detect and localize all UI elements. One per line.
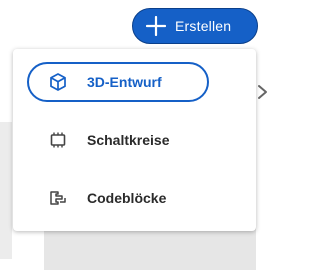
plus-icon (146, 16, 166, 36)
menu-item-label: Schaltkreise (87, 132, 170, 148)
create-menu: 3D-Entwurf Schaltkreise Codeblöcke (13, 49, 256, 231)
menu-item-code-blocks[interactable]: Codeblöcke (27, 178, 209, 218)
menu-item-label: 3D-Entwurf (87, 74, 162, 90)
chip-icon (48, 130, 68, 150)
menu-item-3d-design[interactable]: 3D-Entwurf (27, 62, 209, 102)
background-panel (0, 122, 12, 259)
code-blocks-icon (48, 188, 68, 208)
create-button-label: Erstellen (175, 18, 232, 34)
cube-icon (48, 72, 68, 92)
create-button[interactable]: Erstellen (132, 8, 258, 44)
menu-item-circuits[interactable]: Schaltkreise (27, 120, 209, 160)
chevron-right-icon[interactable] (255, 82, 271, 102)
menu-item-label: Codeblöcke (87, 190, 167, 206)
